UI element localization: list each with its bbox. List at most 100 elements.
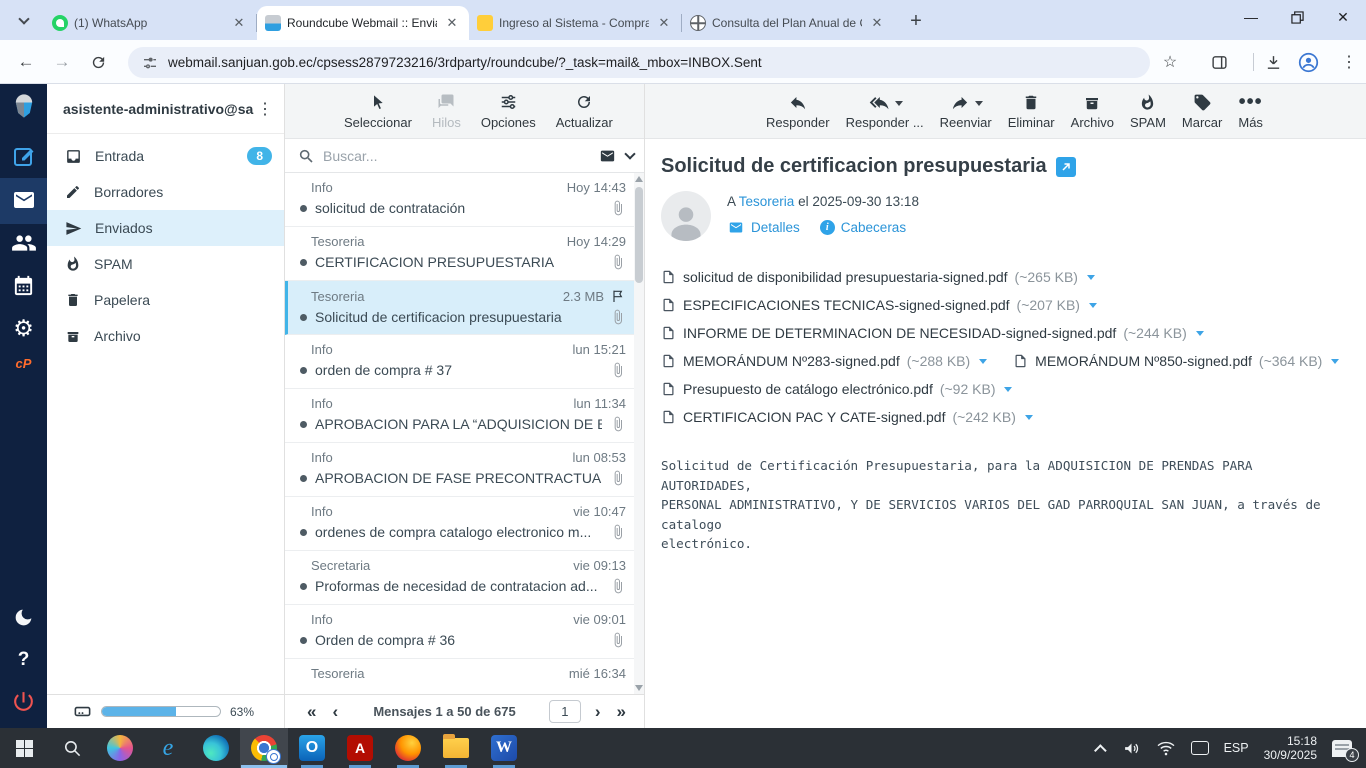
attachment-menu-caret-icon[interactable]	[1004, 386, 1013, 392]
folder-item-archivo[interactable]: Archivo	[47, 318, 284, 354]
internet-explorer-button[interactable]: e	[144, 728, 192, 768]
forward-button[interactable]: Reenviar	[933, 93, 999, 130]
bookmark-star-icon[interactable]: ☆	[1157, 49, 1183, 75]
message-row[interactable]: Tesoreria mié 16:34	[285, 659, 634, 694]
folder-item-papelera[interactable]: Papelera	[47, 282, 284, 318]
message-row-selected[interactable]: Tesoreria 2.3 MB Solicitud de certificaci…	[285, 281, 634, 335]
cast-icon[interactable]	[1190, 741, 1209, 755]
folder-item-enviados[interactable]: Enviados	[47, 210, 284, 246]
outlook-button[interactable]: O	[288, 728, 336, 768]
file-explorer-button[interactable]	[432, 728, 480, 768]
details-toggle[interactable]: Detalles	[727, 220, 800, 235]
last-page-button[interactable]: »	[609, 703, 634, 720]
delete-button[interactable]: Eliminar	[1001, 93, 1062, 130]
message-row[interactable]: Info lun 11:34 APROBACION PARA LA “ADQUIS…	[285, 389, 634, 443]
scrollbar-thumb[interactable]	[635, 187, 643, 283]
forward-button[interactable]: →	[48, 48, 76, 76]
attachment-menu-caret-icon[interactable]	[1024, 414, 1033, 420]
attachment-item[interactable]: CERTIFICACION PAC Y CATE-signed.pdf (~242…	[661, 408, 1033, 426]
acrobat-button[interactable]: A	[336, 728, 384, 768]
options-button[interactable]: Opciones	[474, 93, 543, 130]
firefox-button[interactable]	[384, 728, 432, 768]
compose-icon[interactable]	[0, 144, 47, 168]
message-row[interactable]: Info vie 09:01 Orden de compra # 36	[285, 605, 634, 659]
search-scope-mail-icon[interactable]	[598, 148, 617, 164]
attachment-menu-caret-icon[interactable]	[1088, 302, 1097, 308]
side-panel-icon[interactable]	[1206, 49, 1232, 75]
chrome-button[interactable]	[240, 728, 288, 768]
help-icon[interactable]: ?	[0, 649, 47, 671]
close-tab-icon[interactable]: ✕	[655, 14, 673, 32]
logout-power-icon[interactable]	[0, 689, 47, 714]
calendar-icon[interactable]	[0, 274, 47, 297]
close-tab-icon[interactable]: ✕	[868, 14, 886, 32]
reload-button[interactable]	[84, 48, 112, 76]
new-tab-button[interactable]: +	[902, 7, 930, 35]
message-row[interactable]: Info lun 08:53 APROBACION DE FASE PRECONT…	[285, 443, 634, 497]
more-button[interactable]: ••• Más	[1231, 91, 1270, 130]
clock[interactable]: 15:18 30/9/2025	[1264, 734, 1317, 762]
search-input[interactable]	[323, 147, 589, 164]
attachment-item[interactable]: INFORME DE DETERMINACION DE NECESIDAD-si…	[661, 324, 1204, 342]
attachment-menu-caret-icon[interactable]	[1195, 330, 1204, 336]
close-tab-icon[interactable]: ✕	[443, 14, 461, 32]
close-window-button[interactable]: ✕	[1320, 0, 1366, 34]
address-bar[interactable]: webmail.sanjuan.gob.ec/cpsess2879723216/…	[128, 47, 1150, 78]
tab-roundcube-active[interactable]: Roundcube Webmail :: Enviados ✕	[257, 6, 469, 40]
attachment-item[interactable]: MEMORÁNDUM Nº283-signed.pdf (~288 KB)	[661, 352, 988, 370]
prev-page-button[interactable]: ‹	[324, 703, 346, 720]
headers-toggle[interactable]: i Cabeceras	[819, 220, 906, 235]
profile-avatar-icon[interactable]	[1295, 49, 1321, 75]
settings-gear-icon[interactable]: ⚙	[0, 315, 47, 342]
message-row[interactable]: Info lun 15:21 orden de compra # 37	[285, 335, 634, 389]
restore-button[interactable]	[1274, 0, 1320, 34]
refresh-button[interactable]: Actualizar	[549, 93, 620, 130]
tab-plan-anual[interactable]: Consulta del Plan Anual de Con ✕	[682, 6, 894, 40]
forward-caret-icon[interactable]	[974, 100, 983, 106]
first-page-button[interactable]: «	[299, 703, 324, 720]
account-menu-icon[interactable]: ⋮	[254, 99, 276, 119]
open-in-new-window-icon[interactable]	[1055, 156, 1076, 177]
volume-icon[interactable]	[1122, 740, 1141, 757]
reply-all-button[interactable]: Responder ...	[839, 93, 931, 130]
scroll-up-icon[interactable]	[635, 176, 643, 182]
start-button[interactable]	[0, 728, 48, 768]
cpanel-logo-icon[interactable]: cP	[0, 356, 47, 371]
attachment-menu-caret-icon[interactable]	[1331, 358, 1340, 364]
tab-whatsapp[interactable]: (1) WhatsApp ✕	[44, 6, 256, 40]
message-row[interactable]: Tesoreria Hoy 14:29 CERTIFICACION PRESUPU…	[285, 227, 634, 281]
mail-icon[interactable]	[0, 188, 47, 212]
page-number-input[interactable]	[548, 700, 581, 723]
taskbar-search-button[interactable]	[48, 728, 96, 768]
mark-button[interactable]: Marcar	[1175, 93, 1229, 130]
wifi-icon[interactable]	[1156, 740, 1176, 756]
attachment-item[interactable]: solicitud de disponibilidad presupuestar…	[661, 268, 1095, 286]
folder-item-borradores[interactable]: Borradores	[47, 174, 284, 210]
list-scrollbar[interactable]	[634, 173, 644, 694]
copilot-button[interactable]	[96, 728, 144, 768]
reply-all-caret-icon[interactable]	[894, 100, 903, 106]
folder-item-spam[interactable]: SPAM	[47, 246, 284, 282]
minimize-button[interactable]: —	[1228, 0, 1274, 34]
word-button[interactable]: W	[480, 728, 528, 768]
tab-compras[interactable]: Ingreso al Sistema - Compras P ✕	[469, 6, 681, 40]
message-row[interactable]: Secretaria vie 09:13 Proformas de necesid…	[285, 551, 634, 605]
back-button[interactable]: ←	[12, 48, 40, 76]
attachment-menu-caret-icon[interactable]	[1086, 274, 1095, 280]
attachment-item[interactable]: MEMORÁNDUM Nº850-signed.pdf (~364 KB)	[1013, 352, 1340, 370]
threads-button[interactable]: Hilos	[425, 93, 468, 130]
dark-mode-moon-icon[interactable]	[0, 607, 47, 628]
reply-button[interactable]: Responder	[759, 93, 837, 130]
spam-button[interactable]: SPAM	[1123, 93, 1173, 130]
language-indicator[interactable]: ESP	[1224, 741, 1249, 755]
tab-search-button[interactable]	[10, 7, 38, 35]
site-info-icon[interactable]	[142, 55, 158, 71]
notifications-icon[interactable]: 4	[1332, 739, 1359, 762]
tray-expand-chevron-icon[interactable]	[1093, 743, 1107, 757]
attachment-menu-caret-icon[interactable]	[979, 358, 988, 364]
attachment-item[interactable]: ESPECIFICACIONES TECNICAS-signed-signed.…	[661, 296, 1097, 314]
scroll-down-icon[interactable]	[635, 685, 643, 691]
select-button[interactable]: Seleccionar	[337, 93, 419, 130]
search-options-chevron-icon[interactable]	[624, 147, 636, 160]
browser-menu-icon[interactable]: ⋮	[1336, 49, 1362, 75]
